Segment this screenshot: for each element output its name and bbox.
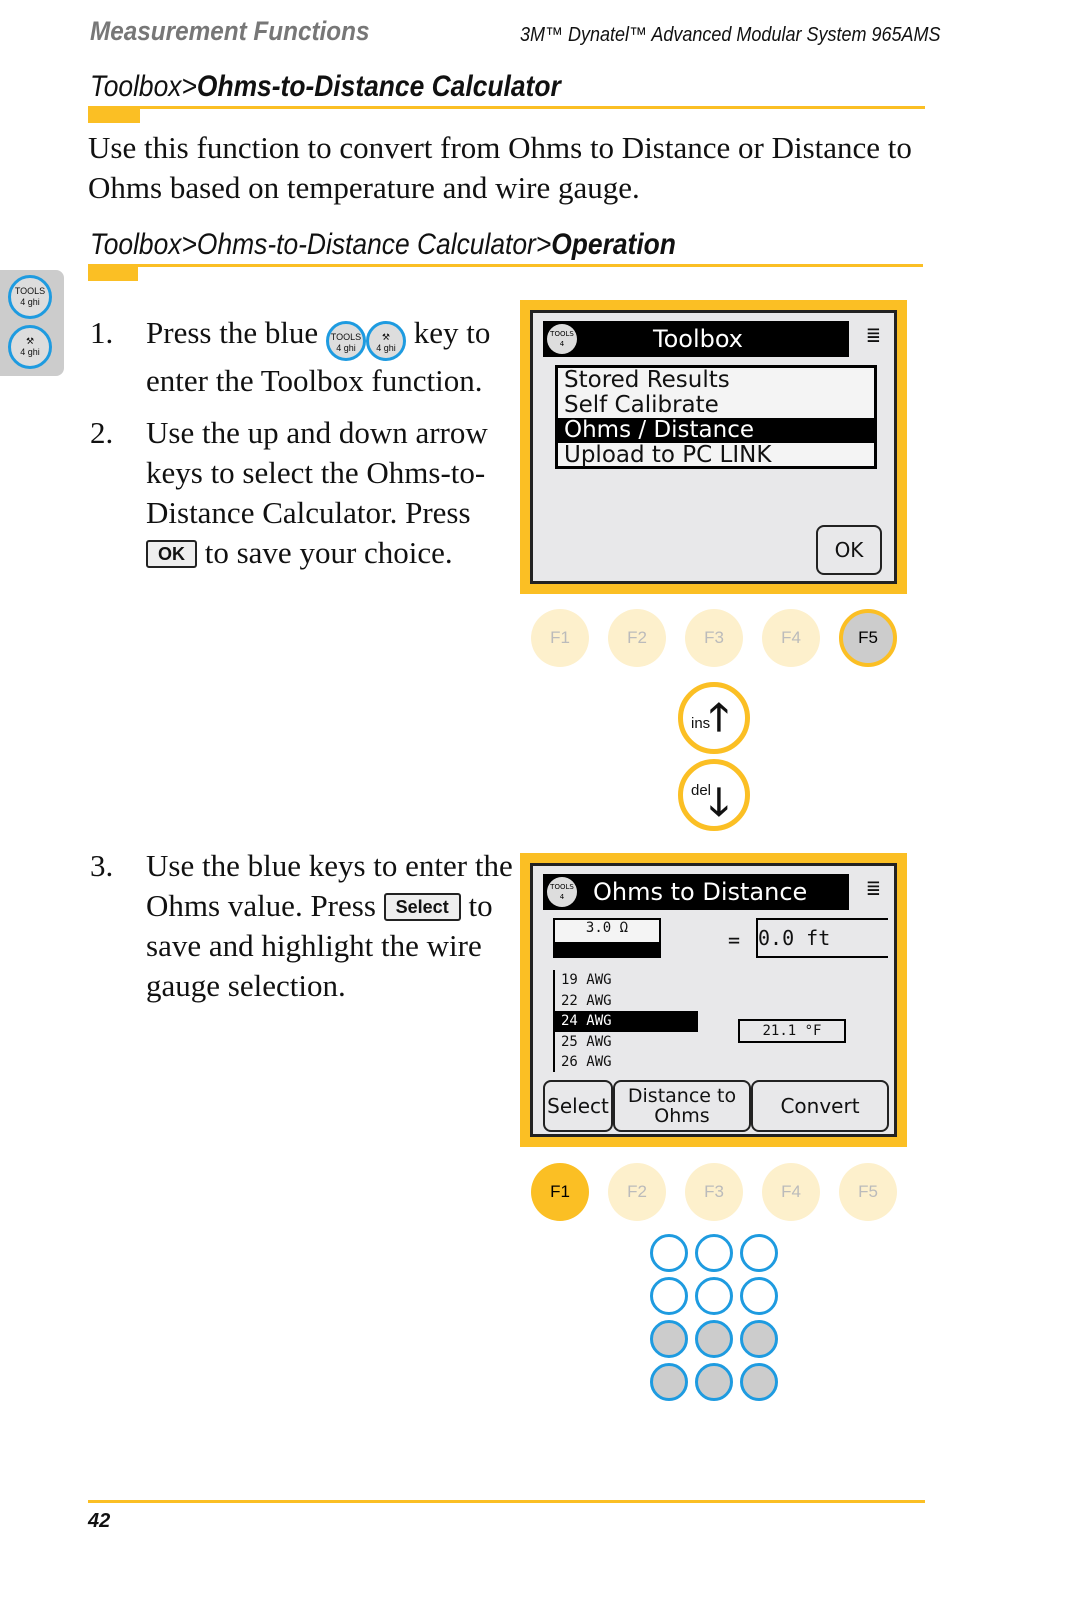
function-key-f3[interactable]: F3 xyxy=(685,609,743,667)
equals-sign: = xyxy=(728,928,741,952)
toolbox-list[interactable]: Stored Results Self Calibrate Ohms / Dista… xyxy=(555,365,877,469)
ohms-distance-screen: TOOLS 4 Ohms to Distance ≣ 3.0 Ω = 0.0 ft… xyxy=(520,853,907,1147)
step-text: to save your choice. xyxy=(204,535,453,570)
function-key-f5[interactable]: F5 xyxy=(839,609,897,667)
select-key: Select xyxy=(383,893,461,921)
list-item[interactable]: 19 AWG xyxy=(555,970,698,991)
keypad-key[interactable] xyxy=(695,1277,733,1315)
battery-icon: ≣ xyxy=(866,323,880,348)
divider-tab xyxy=(88,109,140,123)
function-key-f1[interactable]: F1 xyxy=(531,1163,589,1221)
keypad-key[interactable] xyxy=(695,1363,733,1401)
step-text: Press the blue xyxy=(146,315,319,350)
function-key-f1[interactable]: F1 xyxy=(531,609,589,667)
keypad-key[interactable] xyxy=(695,1234,733,1272)
list-item[interactable]: 26 AWG xyxy=(555,1052,698,1073)
function-key-f4[interactable]: F4 xyxy=(762,1163,820,1221)
subtitle: Toolbox>Ohms-to-Distance Calculator>Oper… xyxy=(90,228,676,262)
list-item[interactable]: Stored Results xyxy=(558,368,874,393)
down-arrow-key[interactable]: del 🡓 xyxy=(678,759,750,831)
step-number: 3. xyxy=(90,848,114,883)
title-bold: Ohms-to-Distance Calculator xyxy=(196,70,561,103)
subtitle-prefix: Toolbox>Ohms-to-Distance Calculator> xyxy=(90,228,552,261)
distance-output: 0.0 ft xyxy=(756,918,888,958)
list-item[interactable]: 25 AWG xyxy=(555,1032,698,1053)
screen-title-bar: TOOLS 4 Toolbox xyxy=(543,321,849,357)
gauge-list[interactable]: 19 AWG 22 AWG 24 AWG 25 AWG 26 AWG xyxy=(553,970,698,1072)
intro-text: Use this function to convert from Ohms t… xyxy=(88,130,912,205)
step-number: 2. xyxy=(90,415,114,450)
section-header: Measurement Functions xyxy=(90,16,370,46)
tools-key-icon: TOOLS 4 ghi xyxy=(8,275,52,319)
step-number: 1. xyxy=(90,315,114,350)
tools-icon: TOOLS 4 xyxy=(547,877,577,907)
step-text: Use the up and down arrow keys to select… xyxy=(146,415,488,530)
keypad-key[interactable] xyxy=(650,1234,688,1272)
screen-title: Toolbox xyxy=(653,325,743,353)
function-key-f5[interactable]: F5 xyxy=(839,1163,897,1221)
keypad-key[interactable] xyxy=(650,1277,688,1315)
battery-icon: ≣ xyxy=(866,876,880,901)
list-item[interactable]: Ohms / Distance xyxy=(558,418,874,443)
title-prefix: Toolbox> xyxy=(90,70,197,103)
footer-rule xyxy=(88,1500,925,1503)
toolbox-screen: TOOLS 4 Toolbox ≣ Stored Results Self Cali… xyxy=(520,300,907,594)
function-key-f3[interactable]: F3 xyxy=(685,1163,743,1221)
tools-key-icon-alt: ⚒ 4 ghi xyxy=(365,321,406,361)
select-softkey[interactable]: Select xyxy=(543,1080,613,1132)
keypad-key[interactable] xyxy=(740,1234,778,1272)
screen-title: Ohms to Distance xyxy=(593,878,808,906)
list-item[interactable]: Self Calibrate xyxy=(558,393,874,418)
keypad-key[interactable] xyxy=(740,1363,778,1401)
temperature-field[interactable]: 21.1 °F xyxy=(738,1019,846,1043)
keypad-key[interactable] xyxy=(740,1277,778,1315)
function-key-f2[interactable]: F2 xyxy=(608,609,666,667)
ok-key: OK xyxy=(146,540,197,568)
keypad-key[interactable] xyxy=(650,1320,688,1358)
subtitle-bold: Operation xyxy=(551,228,676,261)
keypad-key[interactable] xyxy=(695,1320,733,1358)
function-key-f4[interactable]: F4 xyxy=(762,609,820,667)
distance-to-ohms-softkey[interactable]: Distance to Ohms xyxy=(613,1080,751,1132)
tools-key-icon: TOOLS 4 ghi xyxy=(325,321,366,361)
divider-tab xyxy=(88,267,138,281)
page-number: 42 xyxy=(88,1510,111,1532)
convert-softkey[interactable]: Convert xyxy=(751,1080,889,1132)
tools-icon: TOOLS 4 xyxy=(547,324,577,354)
tools-key-icon-alt: ⚒ 4 ghi xyxy=(8,325,52,369)
keypad-key[interactable] xyxy=(740,1320,778,1358)
function-key-f2[interactable]: F2 xyxy=(608,1163,666,1221)
list-item[interactable]: 22 AWG xyxy=(555,991,698,1012)
divider xyxy=(88,264,923,267)
list-item[interactable]: 24 AWG xyxy=(555,1011,698,1032)
up-arrow-key[interactable]: ins 🡑 xyxy=(678,682,750,754)
ohms-input[interactable]: 3.0 Ω xyxy=(553,918,661,958)
list-item[interactable]: Upload to PC LINK xyxy=(558,443,874,468)
divider xyxy=(88,106,925,109)
screen-title-bar: TOOLS 4 Ohms to Distance xyxy=(543,874,849,910)
side-tab: TOOLS 4 ghi ⚒ 4 ghi xyxy=(0,270,64,376)
page-title: Toolbox>Ohms-to-Distance Calculator xyxy=(90,70,561,104)
ok-button[interactable]: OK xyxy=(816,525,882,575)
product-name: 3M™ Dynatel™ Advanced Modular System 965… xyxy=(520,24,941,46)
keypad-key[interactable] xyxy=(650,1363,688,1401)
